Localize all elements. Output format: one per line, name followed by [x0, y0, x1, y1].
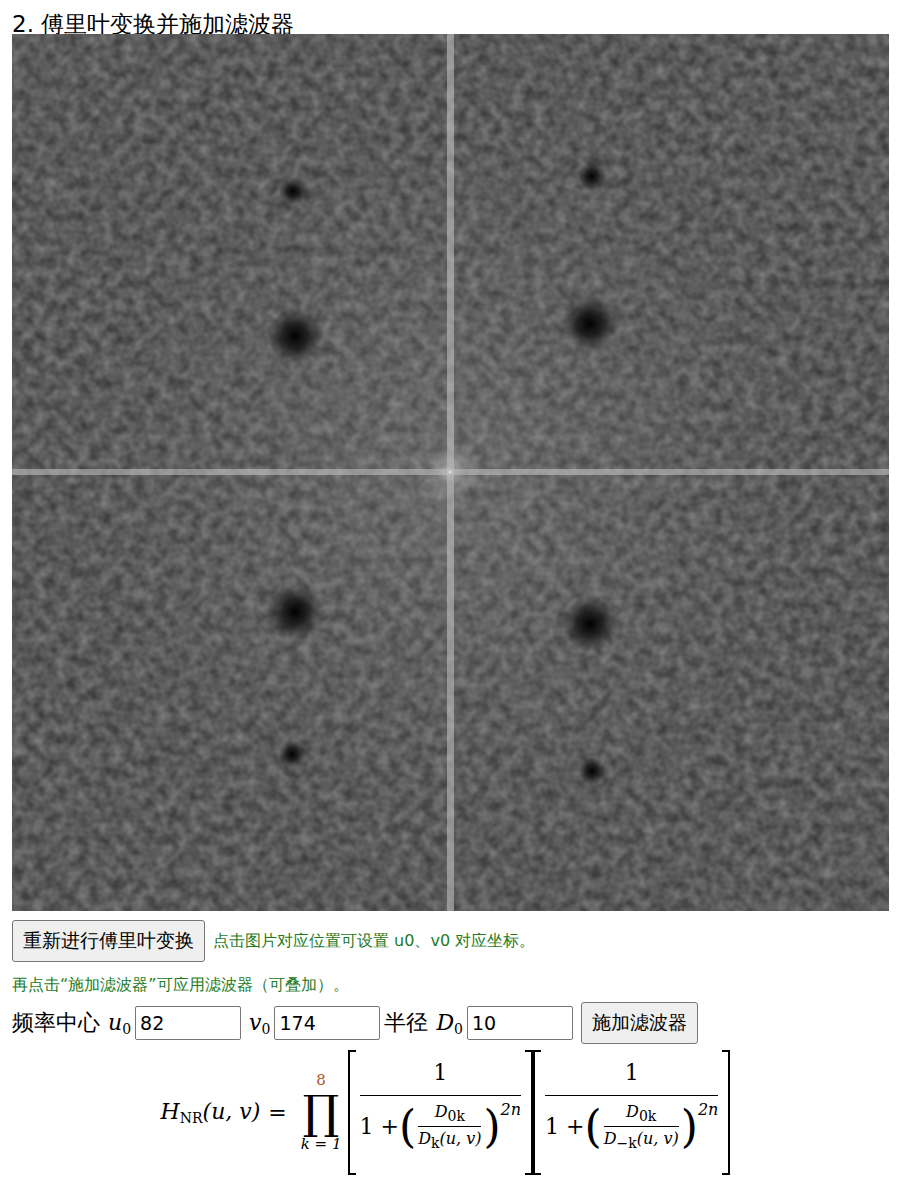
hint-text: 点击图片对应位置可设置 u0、v0 对应坐标。: [213, 931, 535, 952]
u0-input[interactable]: [135, 1006, 241, 1040]
hint-text: 再点击“施加滤波器”可应用滤波器（可叠加）。: [12, 974, 889, 996]
v0-input[interactable]: [274, 1006, 380, 1040]
fraction: 11 +(D0kD−k(u, v))2n: [541, 1050, 722, 1175]
center-label: 频率中心: [12, 1008, 100, 1038]
bracket: [525, 1050, 533, 1175]
apply-filter-button[interactable]: 施加滤波器: [581, 1002, 698, 1044]
formula-factor: 11 +(D0kDk(u, v))2n: [348, 1050, 534, 1175]
d0-input[interactable]: [467, 1006, 573, 1040]
radius-label: 半径: [384, 1008, 428, 1038]
product-operator: 8∏k = 1: [301, 1073, 342, 1151]
formula-lhs: HNR(u, v): [161, 1099, 261, 1126]
u0-label: u0: [108, 1010, 131, 1037]
bracket: [348, 1050, 356, 1175]
fraction: 11 +(D0kDk(u, v))2n: [356, 1050, 526, 1175]
filter-formula: HNR(u, v) = 8∏k = 1 11 +(D0kDk(u, v))2n11 +…: [12, 1050, 889, 1175]
section-title: 2. 傅里叶变换并施加滤波器: [12, 0, 889, 34]
v0-label: v0: [249, 1010, 270, 1037]
refft-button[interactable]: 重新进行傅里叶变换: [12, 920, 205, 962]
filter-form: 频率中心 u0 v0 半径 D0 施加滤波器: [12, 1002, 889, 1044]
spectrum-image[interactable]: [12, 34, 889, 911]
bracket: [533, 1050, 541, 1175]
bracket: [722, 1050, 730, 1175]
button-row: 重新进行傅里叶变换点击图片对应位置可设置 u0、v0 对应坐标。: [12, 920, 889, 962]
formula-factor: 11 +(D0kD−k(u, v))2n: [533, 1050, 730, 1175]
equals-sign: =: [268, 1100, 286, 1125]
d0-label: D0: [436, 1010, 463, 1037]
